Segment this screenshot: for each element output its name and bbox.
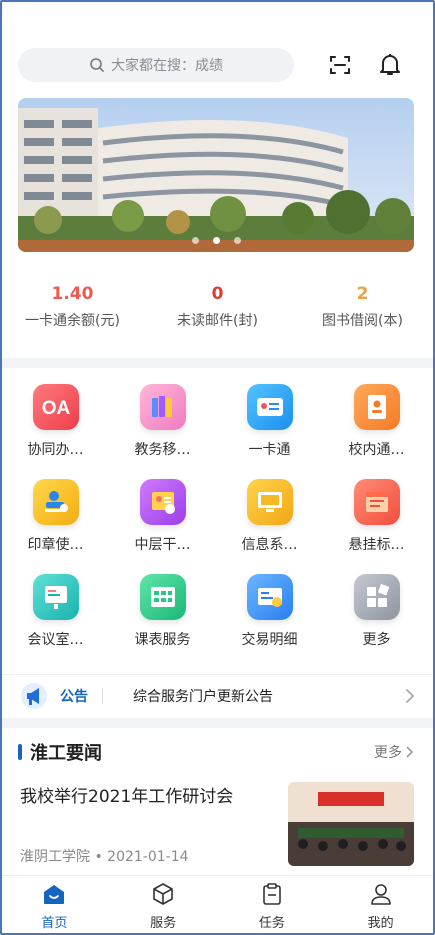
banner-dot[interactable] (233, 237, 241, 244)
news-section-header: 淮工要闻 更多 (18, 740, 414, 764)
app-label: 教务移… (134, 442, 191, 458)
stat-card-mail[interactable]: 0 未读邮件(封) (145, 282, 290, 338)
app-label: 会议室… (27, 632, 84, 648)
news-thumbnail (288, 782, 414, 866)
tab-label: 我的 (367, 916, 394, 931)
app-seal[interactable]: 印章使… (2, 479, 109, 574)
news-section-title: 淮工要闻 (30, 743, 102, 764)
scan-icon[interactable] (326, 51, 354, 79)
user-icon (370, 884, 391, 905)
news-more-link[interactable]: 更多 (374, 742, 414, 762)
banner-icon (353, 479, 400, 525)
app-grid: OA 协同办… 教务移… 一卡通 校内通… 印章使… 中层干… 信息系… 悬挂标… (0, 384, 435, 669)
bottom-tab-bar: 首页 服务 任务 我的 (0, 875, 435, 935)
announcement-separator (102, 687, 103, 704)
app-label: 交易明细 (241, 632, 298, 648)
timetable-icon (139, 574, 186, 620)
app-info-system[interactable]: 信息系… (216, 479, 323, 574)
stat-card-balance[interactable]: 1.40 一卡通余额(元) (0, 282, 145, 338)
app-label: 印章使… (27, 537, 84, 553)
more-icon (353, 574, 400, 620)
campus-banner[interactable] (18, 98, 414, 252)
app-label: 课表服务 (134, 632, 191, 648)
stats-row: 1.40 一卡通余额(元) 0 未读邮件(封) 2 图书借阅(本) (0, 282, 435, 338)
tab-label: 首页 (41, 916, 68, 931)
chevron-right-icon (406, 746, 414, 758)
app-banner-hanging[interactable]: 悬挂标… (323, 479, 430, 574)
app-contacts[interactable]: 校内通… (323, 384, 430, 479)
tab-service[interactable]: 服务 (109, 876, 218, 935)
app-label: 信息系… (241, 537, 298, 553)
tab-home[interactable]: 首页 (0, 876, 109, 935)
tab-label: 任务 (258, 916, 285, 931)
app-academic[interactable]: 教务移… (109, 384, 216, 479)
cube-icon (153, 883, 173, 905)
card-icon (246, 384, 293, 430)
oa-icon: OA (32, 384, 79, 430)
cadre-icon (139, 479, 186, 525)
computer-icon (246, 479, 293, 525)
app-label: 校内通… (348, 442, 405, 458)
app-more[interactable]: 更多 (323, 574, 430, 669)
search-input[interactable]: 大家都在搜：成绩 (18, 48, 294, 82)
clipboard-icon (263, 883, 281, 905)
campus-building-image (18, 98, 414, 252)
news-item[interactable]: 我校举行2021年工作研讨会 淮阴工学院 • 2021-01-14 (18, 782, 414, 866)
stat-value: 1.40 (51, 284, 94, 304)
books-icon (139, 384, 186, 430)
stat-label: 图书借阅(本) (322, 313, 403, 329)
top-bar: 大家都在搜：成绩 (18, 48, 418, 82)
search-placeholder: 大家都在搜：成绩 (111, 58, 223, 74)
stat-label: 未读邮件(封) (177, 313, 258, 329)
stat-value: 2 (356, 284, 369, 304)
banner-dot-active[interactable] (212, 237, 220, 244)
stamp-icon (32, 479, 79, 525)
app-timetable[interactable]: 课表服务 (109, 574, 216, 669)
transaction-icon (246, 574, 293, 620)
megaphone-icon (21, 682, 47, 709)
stat-card-library[interactable]: 2 图书借阅(本) (290, 282, 435, 338)
announcement-bar[interactable]: 公告 综合服务门户更新公告 (0, 674, 435, 716)
section-divider (0, 718, 435, 728)
app-label: 中层干… (134, 537, 191, 553)
app-label: 更多 (362, 632, 391, 648)
chevron-right-icon[interactable] (405, 688, 415, 704)
home-icon (44, 885, 65, 904)
svg-text:OA: OA (41, 398, 70, 418)
section-accent-bar (18, 744, 22, 760)
news-headline: 我校举行2021年工作研讨会 (20, 787, 234, 807)
app-cadre[interactable]: 中层干… (109, 479, 216, 574)
more-label: 更多 (374, 745, 402, 761)
app-transactions[interactable]: 交易明细 (216, 574, 323, 669)
tab-profile[interactable]: 我的 (326, 876, 435, 935)
section-divider (0, 358, 435, 368)
app-label: 一卡通 (248, 442, 291, 458)
tab-task[interactable]: 任务 (218, 876, 327, 935)
stat-value: 0 (211, 284, 224, 304)
tab-label: 服务 (150, 916, 177, 931)
app-label: 协同办… (27, 442, 84, 458)
app-campus-card[interactable]: 一卡通 (216, 384, 323, 479)
contacts-icon (353, 384, 400, 430)
meeting-icon (32, 574, 79, 620)
announcement-tag: 公告 (60, 688, 88, 705)
bell-icon[interactable] (376, 51, 404, 79)
stat-label: 一卡通余额(元) (25, 313, 120, 329)
app-label: 悬挂标… (348, 537, 405, 553)
banner-pagination (18, 237, 414, 244)
search-icon (90, 58, 104, 72)
banner-dot[interactable] (191, 237, 199, 244)
announcement-text[interactable]: 综合服务门户更新公告 (133, 686, 405, 706)
news-meta: 淮阴工学院 • 2021-01-14 (20, 849, 189, 865)
app-meeting-room[interactable]: 会议室… (2, 574, 109, 669)
app-oa[interactable]: OA 协同办… (2, 384, 109, 479)
